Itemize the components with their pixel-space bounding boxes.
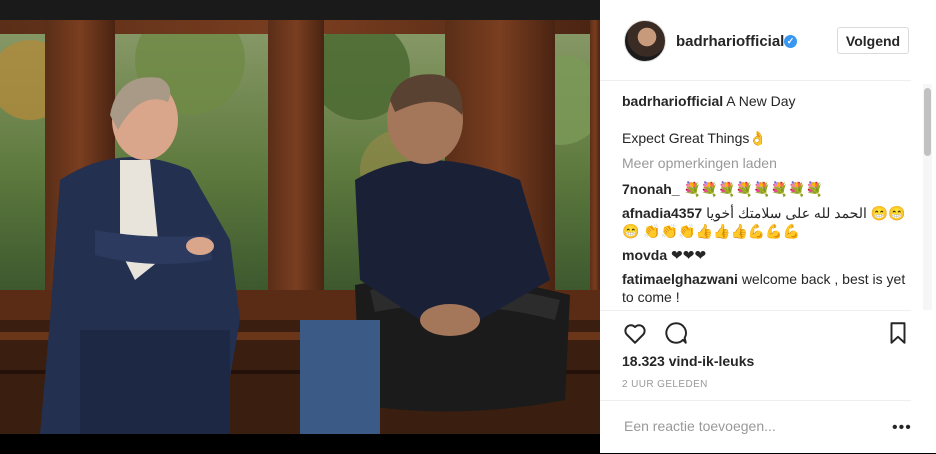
add-comment-input[interactable]: Een reactie toevoegen...: [624, 418, 776, 434]
image-bottom-strip: [0, 434, 600, 453]
comment-item: 7nonah_ 💐💐💐💐💐💐💐💐: [622, 180, 907, 198]
comment-item: fatimaelghazwani welcome back , best is …: [622, 270, 907, 306]
comment-item: afnadia4357 الحمد لله على سلامتك أخويا 😁…: [622, 204, 907, 240]
post-photo-illustration: [0, 20, 600, 434]
comment-username[interactable]: 7nonah_: [622, 181, 680, 197]
comment-text: 💐💐💐💐💐💐💐💐: [683, 181, 823, 197]
more-options-icon[interactable]: •••: [892, 420, 912, 436]
bookmark-icon[interactable]: [885, 320, 911, 346]
caption-line-2: Expect Great Things👌: [622, 130, 767, 146]
avatar[interactable]: [624, 20, 666, 62]
comment-username[interactable]: afnadia4357: [622, 205, 702, 221]
post-header: badrhariofficial ✓ Volgend: [600, 0, 911, 81]
add-comment-bar: Een reactie toevoegen... •••: [600, 400, 911, 454]
caption-text: A New Day: [726, 93, 796, 109]
comment-item: movda ❤❤❤: [622, 246, 907, 264]
heart-icon[interactable]: [622, 320, 648, 346]
comments-list[interactable]: badrhariofficial A New Day Expect Great …: [622, 84, 918, 308]
post-timestamp[interactable]: 2 UUR GELEDEN: [622, 379, 708, 390]
follow-button[interactable]: Volgend: [837, 27, 909, 54]
scrollbar-thumb[interactable]: [924, 88, 931, 156]
image-top-strip: [0, 0, 600, 20]
verified-badge-icon: ✓: [784, 35, 797, 48]
post-image[interactable]: [0, 20, 600, 434]
post-username[interactable]: badrhariofficial: [676, 33, 784, 50]
caption: badrhariofficial A New Day: [622, 92, 796, 110]
comment-username[interactable]: movda: [622, 247, 667, 263]
comments-scrollbar[interactable]: [923, 84, 932, 310]
post-actions: 18.323 vind-ik-leuks 2 UUR GELEDEN: [600, 310, 911, 411]
comment-text: ❤❤❤: [671, 247, 707, 263]
post-side-panel: badrhariofficial ✓ Volgend badrharioffic…: [600, 0, 936, 453]
load-more-comments-link[interactable]: Meer opmerkingen laden: [622, 154, 777, 172]
caption-username[interactable]: badrhariofficial: [622, 93, 723, 109]
comment-bubble-icon[interactable]: [663, 320, 689, 346]
comment-username[interactable]: fatimaelghazwani: [622, 271, 738, 287]
likes-count[interactable]: 18.323 vind-ik-leuks: [622, 353, 754, 369]
